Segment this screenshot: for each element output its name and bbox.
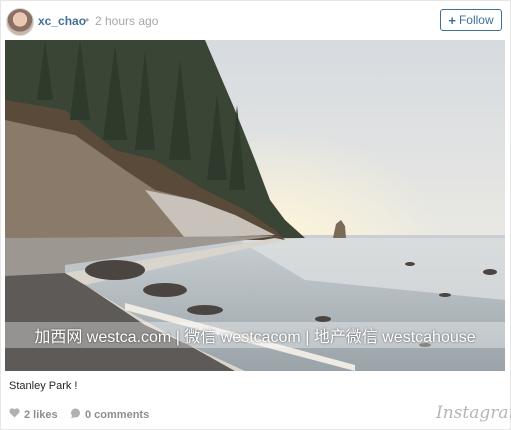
likes-label: 2 likes xyxy=(24,408,58,421)
follow-label: Follow xyxy=(458,13,494,27)
heart-icon xyxy=(9,408,20,421)
instagram-logo[interactable]: Instagram xyxy=(436,403,511,423)
username-link[interactable]: xc_chao xyxy=(38,14,86,28)
separator-dot: • xyxy=(85,13,90,27)
post-header: xc_chao • 2 hours ago + Follow xyxy=(0,0,511,40)
watermark-overlay: 加西网 westca.com | 微信 westcacom | 地产微信 wes… xyxy=(5,322,505,348)
post-caption: Stanley Park ! xyxy=(9,380,78,392)
comments-count[interactable]: 0 comments xyxy=(70,408,149,422)
likes-count[interactable]: 2 likes xyxy=(9,408,58,421)
post-footer: 2 likes 0 comments Instagram xyxy=(0,398,511,430)
comment-bubble-icon xyxy=(70,408,81,422)
comments-label: 0 comments xyxy=(85,409,150,421)
user-avatar[interactable] xyxy=(6,8,34,36)
post-timestamp[interactable]: 2 hours ago xyxy=(95,14,158,28)
plus-icon: + xyxy=(448,12,456,28)
follow-button[interactable]: + Follow xyxy=(440,9,502,31)
